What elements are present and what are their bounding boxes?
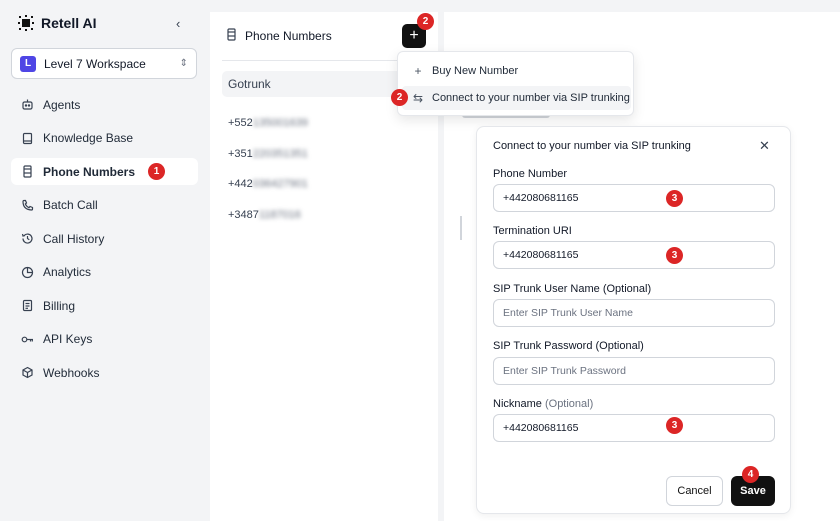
phone-number-item[interactable]: +442 036427901 xyxy=(228,169,308,200)
chevron-up-down-icon: ⇕ xyxy=(179,58,188,69)
nickname-optional-text: (Optional) xyxy=(544,398,594,410)
phone-number-item[interactable]: +351 220351351 xyxy=(228,139,308,170)
robot-icon xyxy=(21,98,34,111)
number-prefix: +442 xyxy=(228,178,253,191)
background-placeholder xyxy=(460,216,462,240)
menu-item-label: Connect to your number via SIP trunking xyxy=(432,92,630,104)
modal-title: Connect to your number via SIP trunking xyxy=(493,140,691,152)
sidebar-item-phone-numbers[interactable]: Phone Numbers 1 xyxy=(11,158,198,185)
sidebar-item-agents[interactable]: Agents xyxy=(11,91,198,118)
key-icon xyxy=(21,333,34,346)
sip-user-input[interactable] xyxy=(493,299,775,327)
history-icon xyxy=(21,232,34,245)
sidebar-item-billing[interactable]: Billing xyxy=(11,292,198,319)
sidebar-item-webhooks[interactable]: Webhooks xyxy=(11,359,198,386)
plus-icon: + xyxy=(414,64,422,78)
phone-number-item[interactable]: +552 135001639 xyxy=(228,108,308,139)
close-icon[interactable]: ✕ xyxy=(759,138,770,154)
arrows-exchange-icon: ⇆ xyxy=(412,91,424,105)
sidebar-item-label: Agents xyxy=(43,97,81,112)
sidebar-item-analytics[interactable]: Analytics xyxy=(11,259,198,286)
sidebar-item-api-keys[interactable]: API Keys xyxy=(11,326,198,353)
sip-password-input[interactable] xyxy=(493,357,775,385)
sidebar-item-label: Billing xyxy=(43,298,76,313)
sidebar-nav: Agents Knowledge Base Phone Numbers 1 Ba… xyxy=(11,91,198,393)
step-marker-3: 3 xyxy=(666,247,683,264)
menu-item-buy-new-number[interactable]: + Buy New Number xyxy=(402,59,631,83)
panel-title: Phone Numbers xyxy=(245,29,332,43)
brand-name: Retell AI xyxy=(41,15,97,31)
receipt-icon xyxy=(21,299,34,312)
nickname-label-text: Nickname xyxy=(493,398,542,410)
sidebar-item-batch-call[interactable]: Batch Call xyxy=(11,192,198,219)
phone-icon xyxy=(21,199,34,212)
number-prefix: +351 xyxy=(228,147,253,160)
pie-chart-icon xyxy=(21,266,34,279)
phone-number-label: Phone Number xyxy=(493,168,567,180)
menu-item-label: Buy New Number xyxy=(432,65,519,77)
number-redacted: 220351351 xyxy=(252,147,308,160)
menu-item-connect-sip[interactable]: ⇆ Connect to your number via SIP trunkin… xyxy=(402,86,631,110)
number-prefix: +552 xyxy=(228,117,253,130)
phone-number-input[interactable] xyxy=(493,184,775,212)
number-redacted: 135001639 xyxy=(252,117,308,130)
step-marker-4: 4 xyxy=(742,466,759,483)
sidebar-item-label: Webhooks xyxy=(43,365,100,380)
phone-number-item[interactable]: +3487 1187016 xyxy=(228,200,308,231)
sidebar-item-label: Call History xyxy=(43,231,105,246)
phone-number-list: +552 135001639 +351 220351351 +442 03642790… xyxy=(228,108,308,230)
book-icon xyxy=(21,132,34,145)
sip-password-label: SIP Trunk Password (Optional) xyxy=(493,340,644,352)
sidebar: Retell AI ‹ L Level 7 Workspace ⇕ Agents… xyxy=(0,0,210,521)
step-marker-2: 2 xyxy=(391,89,408,106)
step-marker-3: 3 xyxy=(666,190,683,207)
workspace-badge: L xyxy=(20,55,36,72)
step-marker-1: 1 xyxy=(148,163,165,180)
sidebar-item-label: Knowledge Base xyxy=(43,131,134,145)
sip-trunk-modal: Connect to your number via SIP trunking … xyxy=(476,126,791,514)
sidebar-item-call-history[interactable]: Call History xyxy=(11,225,198,252)
brand: Retell AI xyxy=(18,15,97,31)
termination-uri-label: Termination URI xyxy=(493,225,572,237)
number-redacted: 1187016 xyxy=(258,208,301,221)
retell-logo-icon xyxy=(18,15,34,31)
nickname-input[interactable] xyxy=(493,414,775,442)
sidebar-item-label: API Keys xyxy=(43,332,93,346)
panel-header: Phone Numbers xyxy=(226,28,332,44)
chevron-left-icon[interactable]: ‹ xyxy=(176,16,180,31)
step-marker-2: 2 xyxy=(417,13,434,30)
sidebar-item-label: Analytics xyxy=(43,265,92,279)
step-marker-3: 3 xyxy=(666,417,683,434)
sidebar-item-label: Batch Call xyxy=(43,198,98,212)
sidebar-item-knowledge-base[interactable]: Knowledge Base xyxy=(11,125,198,152)
sip-user-label: SIP Trunk User Name (Optional) xyxy=(493,283,652,295)
workspace-selector[interactable]: L Level 7 Workspace ⇕ xyxy=(11,48,197,79)
plus-icon: + xyxy=(409,27,419,44)
nickname-label: Nickname (Optional) xyxy=(493,398,593,410)
sidebar-item-label: Phone Numbers xyxy=(43,164,136,179)
number-redacted: 036427901 xyxy=(252,178,308,191)
add-number-menu: + Buy New Number ⇆ Connect to your numbe… xyxy=(397,51,634,116)
workspace-name: Level 7 Workspace xyxy=(44,56,146,71)
phone-device-icon xyxy=(226,28,237,44)
phone-device-icon xyxy=(21,165,34,178)
cancel-button[interactable]: Cancel xyxy=(666,476,723,506)
number-prefix: +3487 xyxy=(228,208,259,221)
termination-uri-input[interactable] xyxy=(493,241,775,269)
webhook-icon xyxy=(21,366,34,379)
